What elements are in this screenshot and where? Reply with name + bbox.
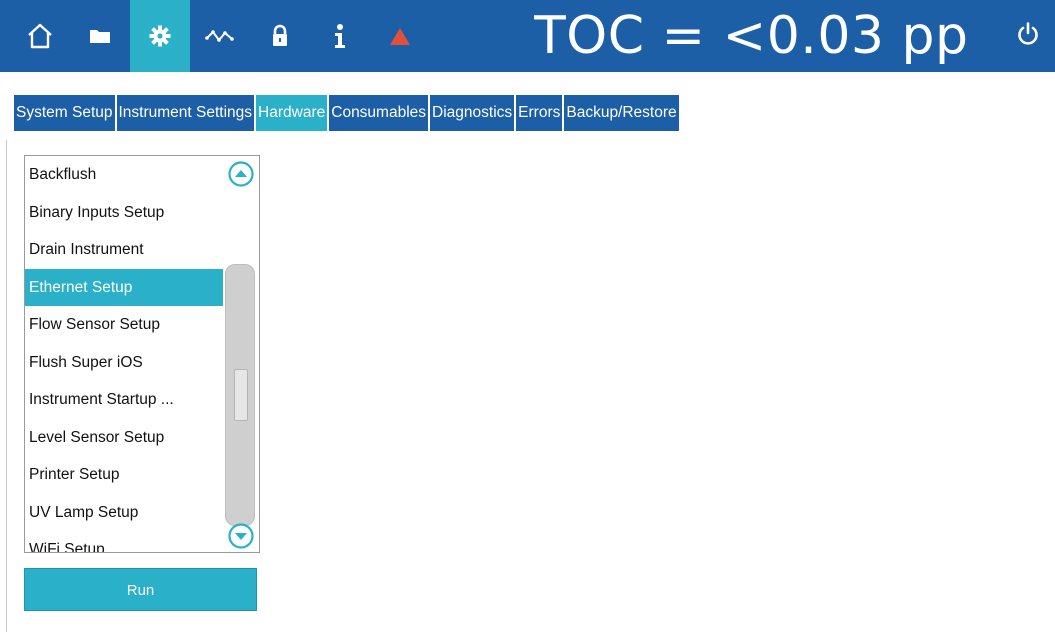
tab-diagnostics[interactable]: Diagnostics [430, 95, 515, 131]
list-item-printer-setup[interactable]: Printer Setup [25, 456, 223, 494]
settings-button[interactable] [130, 0, 190, 72]
lock-icon [271, 24, 289, 48]
scroll-down-button[interactable] [228, 523, 254, 549]
run-button[interactable]: Run [24, 568, 257, 611]
list-scrollbar[interactable] [223, 156, 259, 552]
folder-icon [88, 26, 112, 46]
panel-divider [6, 140, 7, 632]
scroll-up-button[interactable] [228, 161, 254, 187]
trend-button[interactable] [190, 0, 250, 72]
list-item-drain-instrument[interactable]: Drain Instrument [25, 231, 223, 269]
settings-tabs: System Setup Instrument Settings Hardwar… [14, 95, 681, 131]
list-item-uv-lamp-setup[interactable]: UV Lamp Setup [25, 494, 223, 532]
list-item-flow-sensor-setup[interactable]: Flow Sensor Setup [25, 306, 223, 344]
tab-errors[interactable]: Errors [516, 95, 563, 131]
power-button[interactable] [1004, 8, 1052, 64]
tab-hardware[interactable]: Hardware [256, 95, 328, 131]
tab-backup-restore[interactable]: Backup/Restore [564, 95, 679, 131]
home-icon [25, 21, 55, 51]
info-button[interactable] [310, 0, 370, 72]
home-button[interactable] [10, 0, 70, 72]
list-item-wifi-setup[interactable]: WiFi Setup [25, 531, 223, 552]
list-item-flush-super-ios[interactable]: Flush Super iOS [25, 344, 223, 382]
list-item-ethernet-setup[interactable]: Ethernet Setup [25, 268, 223, 306]
list-item-instrument-startup[interactable]: Instrument Startup ... [25, 381, 223, 419]
power-icon [1015, 21, 1041, 51]
list-item-level-sensor-setup[interactable]: Level Sensor Setup [25, 419, 223, 457]
scroll-thumb[interactable] [225, 264, 255, 526]
chevron-up-icon [228, 161, 254, 191]
toc-readout: TOC = <0.03 pp [534, 6, 969, 66]
tab-instrument-settings[interactable]: Instrument Settings [116, 95, 255, 131]
gear-icon [148, 24, 172, 48]
security-button[interactable] [250, 0, 310, 72]
list-item-backflush[interactable]: Backflush [25, 156, 223, 194]
info-icon [333, 23, 347, 49]
scroll-grip [234, 369, 248, 421]
tab-consumables[interactable]: Consumables [329, 95, 429, 131]
alarm-button[interactable] [370, 0, 430, 72]
hardware-list-items: Backflush Binary Inputs Setup Drain Inst… [25, 156, 223, 552]
tab-system-setup[interactable]: System Setup [14, 95, 115, 131]
hardware-list: Backflush Binary Inputs Setup Drain Inst… [24, 155, 260, 553]
files-button[interactable] [70, 0, 130, 72]
trend-icon [205, 28, 235, 44]
alarm-icon [389, 26, 411, 46]
top-toolbar: TOC = <0.03 pp [0, 0, 1055, 72]
list-item-binary-inputs-setup[interactable]: Binary Inputs Setup [25, 194, 223, 232]
chevron-down-icon [228, 523, 254, 552]
